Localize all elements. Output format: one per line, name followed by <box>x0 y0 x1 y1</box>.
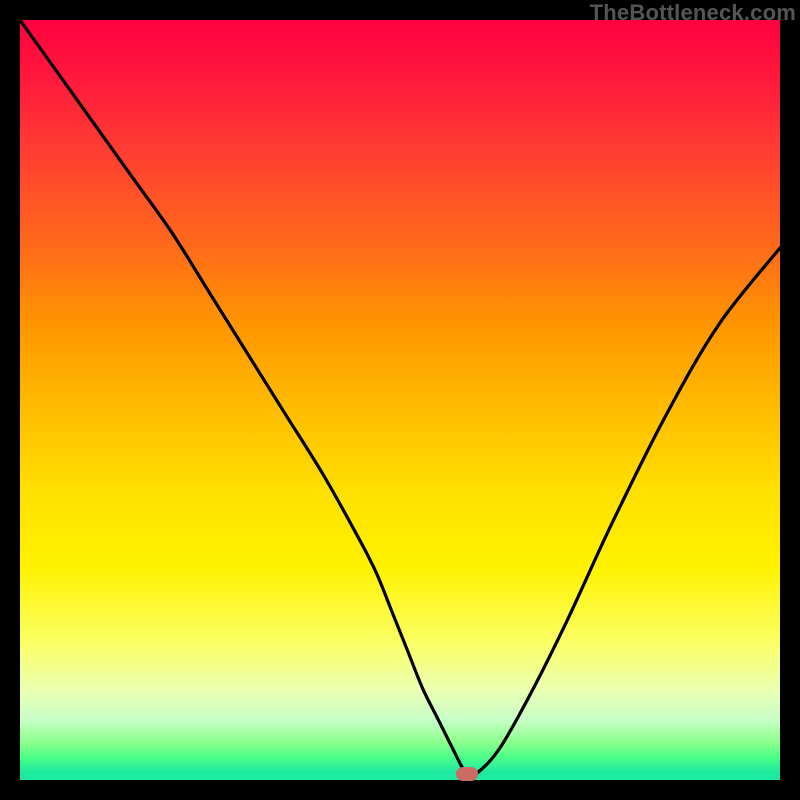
optimum-marker <box>456 767 478 781</box>
plot-area <box>20 20 780 780</box>
chart-frame: TheBottleneck.com <box>0 0 800 800</box>
bottleneck-curve <box>20 20 780 780</box>
